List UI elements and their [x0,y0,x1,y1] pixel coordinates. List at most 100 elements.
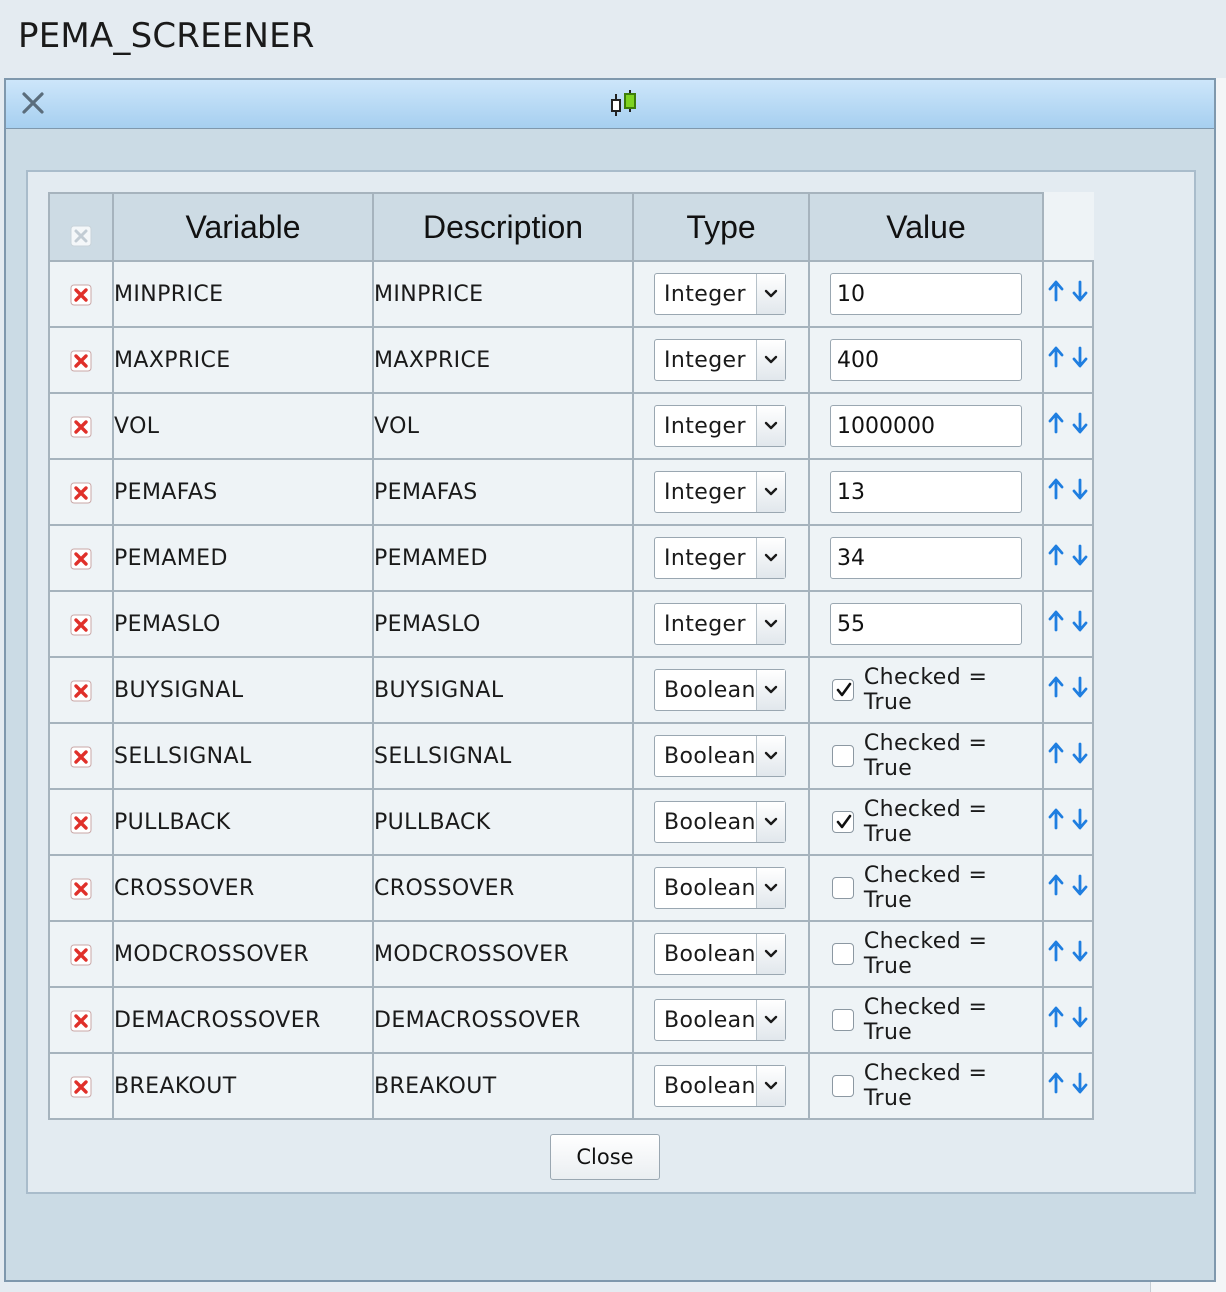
arrow-down-icon[interactable] [1071,1071,1089,1101]
arrow-down-icon[interactable] [1071,279,1089,309]
type-select[interactable]: Boolean [654,999,786,1041]
chevron-down-icon [756,538,785,578]
value-cell: Checked = True [808,986,1044,1054]
checkbox-label: Checked = True [863,731,988,781]
value-checkbox[interactable] [832,745,854,767]
value-input[interactable] [830,537,1022,579]
delete-x-icon[interactable] [70,746,92,768]
column-header-variable: Variable [112,192,374,262]
delete-x-icon[interactable] [70,944,92,966]
value-checkbox[interactable] [832,877,854,899]
candlestick-icon [606,88,642,120]
type-select[interactable]: Integer [654,405,786,447]
value-checkbox[interactable] [832,943,854,965]
delete-x-icon[interactable] [70,680,92,702]
value-input[interactable] [830,471,1022,513]
arrow-down-icon[interactable] [1071,741,1089,771]
type-select[interactable]: Boolean [654,669,786,711]
arrow-up-icon[interactable] [1047,741,1065,771]
order-cell [1042,524,1094,592]
arrow-up-icon[interactable] [1047,1071,1065,1101]
delete-x-icon[interactable] [70,1010,92,1032]
variable-description: MODCROSSOVER [372,920,634,988]
value-input[interactable] [830,405,1022,447]
arrow-up-icon[interactable] [1047,873,1065,903]
delete-x-icon[interactable] [70,482,92,504]
arrow-down-icon[interactable] [1071,939,1089,969]
delete-all-icon[interactable] [70,218,92,247]
chevron-down-icon [756,670,785,710]
arrow-down-icon[interactable] [1071,477,1089,507]
close-icon[interactable] [18,88,48,118]
arrow-up-icon[interactable] [1047,675,1065,705]
arrow-down-icon[interactable] [1071,543,1089,573]
checkbox-label: Checked = True [863,797,988,847]
delete-x-icon[interactable] [70,878,92,900]
delete-cell [48,326,114,394]
delete-x-icon[interactable] [70,284,92,306]
type-select[interactable]: Boolean [654,933,786,975]
close-button[interactable]: Close [550,1134,660,1180]
value-checkbox[interactable] [832,1075,854,1097]
delete-cell [48,986,114,1054]
value-checkbox[interactable] [832,811,854,833]
arrow-down-icon[interactable] [1071,609,1089,639]
variable-description: BREAKOUT [372,1052,634,1120]
arrow-down-icon[interactable] [1071,1005,1089,1035]
delete-x-icon[interactable] [70,416,92,438]
type-cell: Boolean [632,656,810,724]
delete-x-icon[interactable] [70,812,92,834]
arrow-down-icon[interactable] [1071,411,1089,441]
value-checkbox[interactable] [832,1009,854,1031]
value-input[interactable] [830,339,1022,381]
type-cell: Boolean [632,1052,810,1120]
variable-description: PULLBACK [372,788,634,856]
delete-cell [48,788,114,856]
delete-x-icon[interactable] [70,614,92,636]
value-cell: Checked = True [808,656,1044,724]
variable-name: PEMAMED [112,524,374,592]
delete-x-icon[interactable] [70,350,92,372]
type-select[interactable]: Integer [654,603,786,645]
arrow-up-icon[interactable] [1047,411,1065,441]
arrow-up-icon[interactable] [1047,543,1065,573]
value-checkbox[interactable] [832,679,854,701]
delete-all-column-header [48,192,114,262]
type-select[interactable]: Boolean [654,801,786,843]
value-input[interactable] [830,273,1022,315]
chevron-down-icon [756,1066,785,1106]
arrow-up-icon[interactable] [1047,279,1065,309]
order-cell [1042,392,1094,460]
arrow-up-icon[interactable] [1047,807,1065,837]
chevron-down-icon [756,274,785,314]
arrow-up-icon[interactable] [1047,345,1065,375]
arrow-down-icon[interactable] [1071,675,1089,705]
delete-x-icon[interactable] [70,548,92,570]
arrow-down-icon[interactable] [1071,873,1089,903]
type-select-value: Boolean [664,875,756,901]
variable-name: PEMASLO [112,590,374,658]
arrow-up-icon[interactable] [1047,1005,1065,1035]
variable-name: PULLBACK [112,788,374,856]
delete-x-icon[interactable] [70,1076,92,1098]
type-select[interactable]: Boolean [654,735,786,777]
arrow-down-icon[interactable] [1071,807,1089,837]
type-select[interactable]: Integer [654,339,786,381]
type-select[interactable]: Integer [654,273,786,315]
type-select-value: Integer [664,347,746,373]
type-select[interactable]: Boolean [654,1065,786,1107]
type-select[interactable]: Boolean [654,867,786,909]
arrow-up-icon[interactable] [1047,477,1065,507]
chevron-down-icon [756,736,785,776]
value-input[interactable] [830,603,1022,645]
type-select[interactable]: Integer [654,471,786,513]
arrow-up-icon[interactable] [1047,609,1065,639]
type-select[interactable]: Integer [654,537,786,579]
arrow-up-icon[interactable] [1047,939,1065,969]
type-select-value: Integer [664,281,746,307]
type-select-value: Integer [664,545,746,571]
arrow-down-icon[interactable] [1071,345,1089,375]
order-cell [1042,920,1094,988]
variable-name: VOL [112,392,374,460]
column-header-description: Description [372,192,634,262]
